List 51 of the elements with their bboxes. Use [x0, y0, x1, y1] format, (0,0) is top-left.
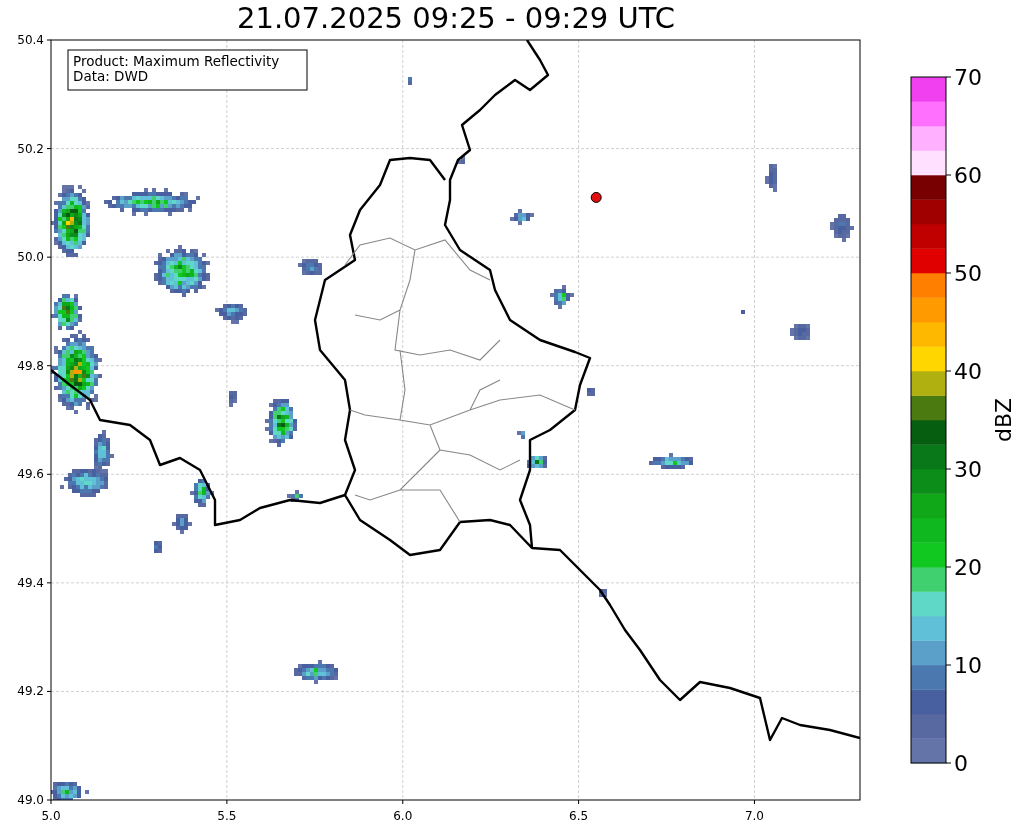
colorbar-tick-label: 60 [954, 163, 982, 188]
radar-echo-drawing [51, 185, 90, 257]
colorbar-tick-label: 0 [954, 751, 968, 776]
radar-echo-drawing [741, 310, 745, 314]
colorbar-label: dBZ [991, 397, 1016, 443]
radar-echo-drawing [830, 214, 854, 242]
radar-echo-drawing [190, 479, 214, 507]
y-axis-tick-label: 49.4 [17, 575, 44, 590]
radar-echo-drawing [599, 589, 607, 597]
x-axis-tick-label: 6.5 [569, 809, 589, 823]
chart-title: 21.07.2025 09:25 - 09:29 UTC [236, 0, 676, 30]
radar-echo-drawing [649, 453, 693, 469]
radar-echo-drawing [517, 431, 525, 439]
x-axis-tick-label: 6.0 [393, 809, 413, 823]
radar-echo-drawing [154, 245, 210, 297]
radar-echo-drawing [215, 304, 247, 324]
radar-echo-drawing [765, 164, 777, 192]
radar-echo-drawing [587, 388, 595, 396]
colorbar-tick-label: 10 [954, 653, 982, 678]
y-axis-tick-label: 49.0 [17, 793, 44, 807]
radar-echo-drawing [457, 156, 465, 164]
y-axis-tick-label: 49.6 [17, 467, 44, 482]
radar-echo-drawing [229, 391, 237, 407]
location-marker [590, 191, 602, 203]
radar-echo-drawing [51, 782, 89, 800]
y-axis-tick-label: 50.0 [17, 250, 44, 265]
x-axis-tick-label: 5.0 [41, 809, 61, 823]
colorbar-tick-label: 20 [954, 555, 982, 580]
colorbar-tick-label: 40 [954, 359, 982, 384]
y-axis-tick-label: 49.8 [17, 358, 44, 373]
x-axis-tick-label: 7.0 [744, 809, 765, 823]
y-axis-tick-label: 50.4 [17, 33, 44, 47]
x-axis-tick-label: 5.5 [217, 809, 237, 823]
radar-echo-drawing [527, 456, 547, 468]
colorbar-tick-label: 70 [954, 65, 982, 90]
y-axis-tick-label: 50.2 [17, 141, 44, 156]
radar-echo-drawing [298, 259, 322, 275]
y-axis-tick-label: 49.2 [17, 684, 44, 699]
info-text: Data: DWD [73, 68, 149, 84]
radar-echo-drawing [265, 399, 297, 447]
colorbar-tick-label: 50 [954, 261, 982, 286]
radar-echo-drawing [510, 209, 534, 225]
radar-echo-drawing [172, 514, 192, 534]
radar-echo-drawing [287, 490, 303, 502]
colorbar-tick-label: 30 [954, 457, 982, 482]
radar-echo-drawing [408, 77, 412, 85]
info-text: Product: Maximum Reflectivity [73, 53, 280, 69]
radar-echo-drawing [550, 285, 574, 309]
radar-echo-drawing [790, 324, 810, 340]
radar-echo-drawing [154, 541, 162, 553]
radar-echo-drawing [294, 660, 338, 684]
